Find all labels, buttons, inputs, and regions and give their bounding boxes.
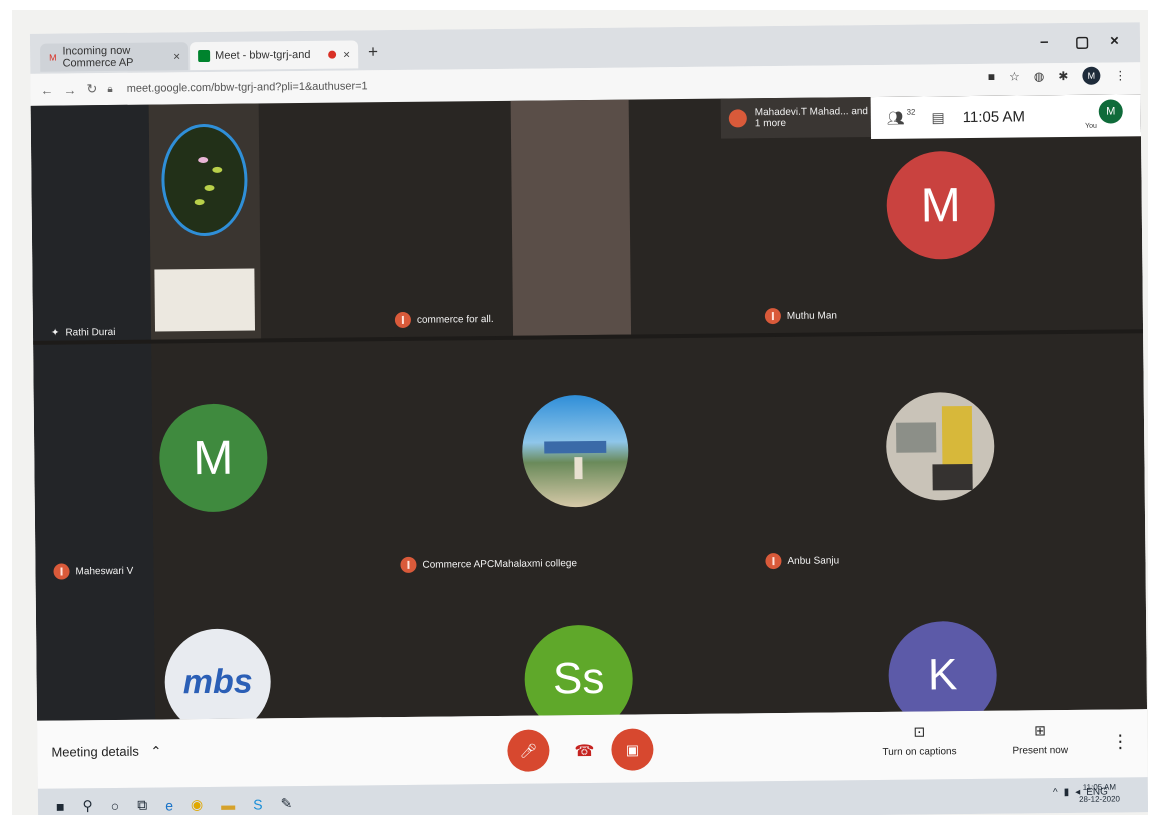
taskbar-clock[interactable]: 11:05 AM 28-12-2020	[1079, 781, 1120, 805]
task-view-icon[interactable]: ⧉	[137, 797, 147, 814]
folder-icon[interactable]: ▬	[221, 796, 235, 812]
college-photo-avatar	[521, 394, 629, 508]
maximize-button[interactable]: ▢	[1075, 33, 1089, 51]
camera-toggle-button[interactable]: ▣	[611, 728, 654, 771]
close-tab-icon[interactable]: ×	[173, 49, 180, 63]
logo-avatar: mbs	[164, 628, 272, 721]
meeting-clock: 11:05 AM	[962, 107, 1026, 126]
chrome-icon[interactable]: ◉	[191, 796, 203, 813]
mic-toggle-button[interactable]: 🎤︎	[507, 729, 550, 772]
participant-count: 32	[906, 107, 916, 117]
extension-icon[interactable]: ◍	[1034, 69, 1045, 83]
extensions-bar: ■ ☆ ◍ ✱ M ⋮	[988, 66, 1127, 85]
menu-icon[interactable]: ⋮	[1114, 68, 1126, 82]
avatar: K	[888, 620, 998, 721]
cortana-icon[interactable]: ○	[111, 797, 120, 813]
video-thumbnail	[148, 103, 262, 340]
screen: M Incoming now Commerce AP × Meet - bbw-…	[29, 22, 1148, 815]
lock-icon: 🔒︎	[107, 83, 113, 95]
participant-name: ✦ Rathi Durai	[50, 326, 116, 339]
participant-name: Commerce APCMahalaxmi college	[400, 555, 577, 573]
minimize-button[interactable]: –	[1040, 33, 1049, 50]
edge-icon[interactable]: e	[165, 797, 173, 813]
you-label: You	[1085, 122, 1097, 130]
participant-name: Muthu Man	[764, 307, 837, 325]
top-bar: Mahadevi.T Mahad... and 1 more 👥︎ 32 ▤ 1…	[720, 94, 1142, 140]
skype-icon[interactable]: S	[253, 796, 263, 812]
mic-off-icon	[53, 563, 70, 580]
mic-off-icon	[765, 552, 782, 570]
close-window-button[interactable]: ×	[1110, 32, 1119, 49]
more-options-icon[interactable]: ⋮	[1111, 731, 1129, 752]
plant-image	[160, 123, 249, 237]
forward-icon[interactable]: →	[63, 82, 76, 97]
person-photo-avatar	[885, 391, 995, 501]
mic-off-icon	[728, 109, 747, 128]
meeting-details-button[interactable]: Meeting details ⌃	[51, 743, 161, 760]
side-strip	[30, 104, 156, 721]
avatar-initial: K	[927, 650, 958, 700]
meet-info-bar: 👥︎ 32 ▤ 11:05 AM You M	[870, 94, 1142, 140]
tab-label: Meet - bbw-tgrj-and	[215, 48, 311, 62]
reload-icon[interactable]: ↻	[86, 81, 97, 97]
meeting-grid: ✦ Rathi Durai commerce for all. M Muthu …	[30, 94, 1148, 721]
avatar-initial: Ss	[552, 653, 605, 704]
avatar: M	[158, 403, 268, 513]
windows-start-icon[interactable]: ■	[56, 798, 65, 814]
presenter-tile-label: Mahadevi.T Mahad... and 1 more	[720, 97, 872, 139]
logo-text: mbs	[182, 662, 253, 701]
chevron-up-icon: ⌃	[150, 743, 162, 759]
tab-label: Incoming now Commerce AP	[62, 44, 134, 70]
participant-name: Maheswari V	[53, 563, 133, 580]
pin-icon: ✦	[50, 327, 60, 339]
mic-off-icon	[394, 311, 411, 329]
tray-chevron-icon[interactable]: ^	[1053, 787, 1058, 798]
recording-icon	[328, 50, 337, 59]
chat-icon[interactable]: ▤	[931, 109, 944, 126]
close-tab-icon[interactable]: ×	[343, 47, 350, 61]
mic-off-icon	[764, 307, 781, 325]
network-icon[interactable]: ▮	[1064, 787, 1070, 798]
puzzle-icon[interactable]: ✱	[1058, 69, 1068, 83]
hang-up-button[interactable]: ☎	[574, 741, 594, 761]
paper-sheet	[154, 268, 256, 332]
search-icon[interactable]: ⚲	[82, 797, 92, 814]
avatar: M	[886, 150, 996, 260]
control-bar: Meeting details ⌃ 🎤︎ ☎ ▣ ⊡ Turn on capti…	[37, 709, 1148, 789]
present-icon: ⊞	[1034, 722, 1046, 739]
meet-icon	[198, 49, 211, 63]
photo-frame: M Incoming now Commerce AP × Meet - bbw-…	[12, 10, 1148, 815]
captions-button[interactable]: ⊡ Turn on captions	[882, 723, 956, 757]
new-tab-button[interactable]: +	[368, 42, 378, 62]
gmail-icon: M	[49, 52, 57, 63]
present-button[interactable]: ⊞ Present now	[1012, 722, 1068, 756]
profile-avatar[interactable]: M	[1082, 66, 1101, 85]
url-field[interactable]: meet.google.com/bbw-tgrj-and?pli=1&authu…	[127, 80, 368, 95]
video-strip	[510, 99, 632, 336]
camera-icon[interactable]: ■	[988, 70, 995, 84]
avatar: Ss	[524, 624, 634, 721]
tab-commerce[interactable]: M Incoming now Commerce AP ×	[39, 42, 189, 72]
star-icon[interactable]: ☆	[1009, 69, 1020, 83]
avatar-initial: M	[193, 431, 234, 485]
people-icon[interactable]: 👥︎	[887, 109, 905, 126]
back-icon[interactable]: ←	[40, 82, 53, 97]
mic-off-icon	[400, 556, 417, 573]
captions-icon: ⊡	[913, 723, 926, 740]
self-avatar: M	[1098, 99, 1123, 124]
participant-name: Anbu Sanju	[765, 552, 839, 570]
app-icon[interactable]: ✎	[280, 795, 292, 812]
participant-name: commerce for all.	[394, 311, 494, 329]
avatar-initial: M	[920, 178, 962, 233]
